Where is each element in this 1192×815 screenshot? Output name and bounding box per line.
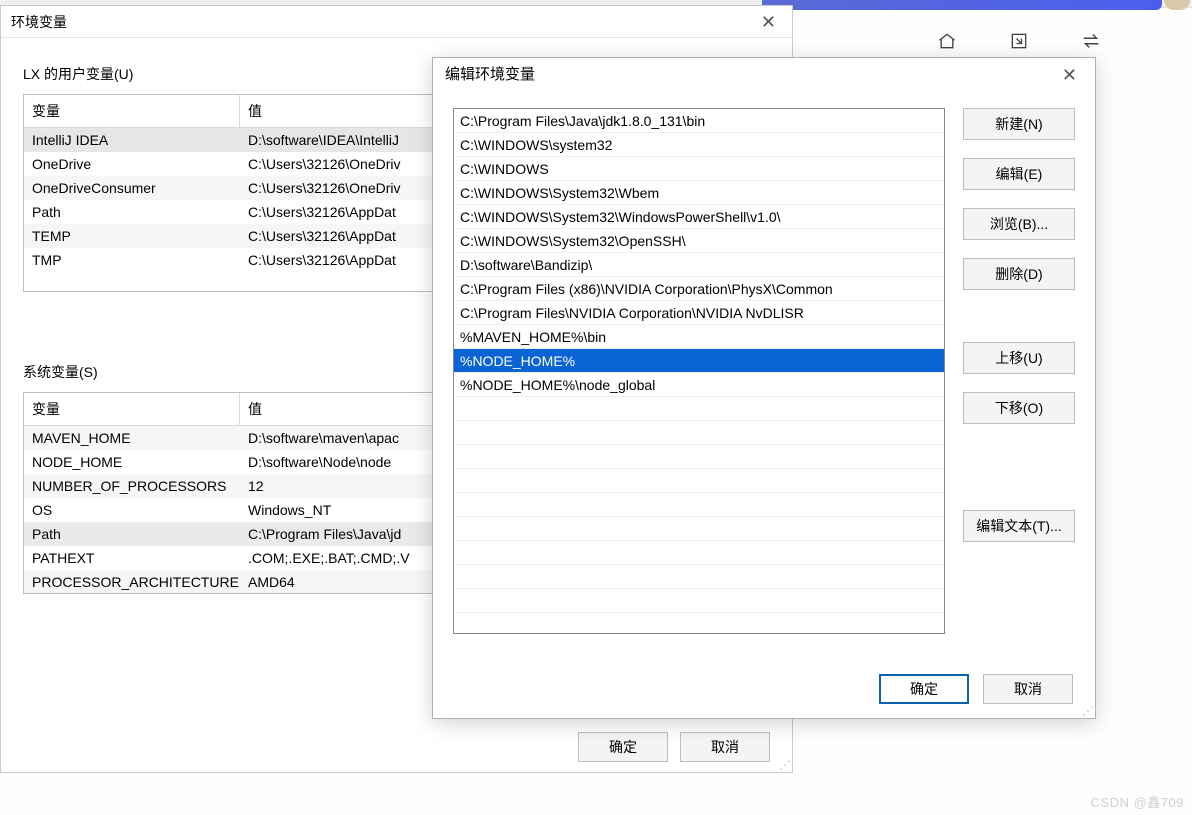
cancel-button[interactable]: 取消	[680, 732, 770, 762]
path-entry-empty[interactable]	[454, 421, 944, 445]
column-header-name[interactable]: 变量	[24, 393, 240, 425]
path-entry[interactable]: D:\software\Bandizip\	[454, 253, 944, 277]
path-entry[interactable]: C:\WINDOWS\System32\OpenSSH\	[454, 229, 944, 253]
path-entry[interactable]: C:\Program Files\NVIDIA Corporation\NVID…	[454, 301, 944, 325]
var-name: NUMBER_OF_PROCESSORS	[24, 474, 240, 498]
path-entry-empty[interactable]	[454, 445, 944, 469]
banner-ad	[762, 0, 1162, 10]
var-name: OneDrive	[24, 152, 240, 176]
var-name: Path	[24, 200, 240, 224]
edit-dialog-side-buttons: 新建(N) 编辑(E) 浏览(B)... 删除(D) 上移(U) 下移(O) 编…	[963, 108, 1075, 634]
var-name: NODE_HOME	[24, 450, 240, 474]
path-entry[interactable]: C:\Program Files (x86)\NVIDIA Corporatio…	[454, 277, 944, 301]
var-name: PROCESSOR_ARCHITECTURE	[24, 570, 240, 594]
path-entry-empty[interactable]	[454, 589, 944, 613]
path-entry[interactable]: %NODE_HOME%	[454, 349, 944, 373]
delete-button[interactable]: 删除(D)	[963, 258, 1075, 290]
env-dialog-footer: 确定 取消	[578, 732, 770, 762]
path-entry-empty[interactable]	[454, 397, 944, 421]
ok-button[interactable]: 确定	[879, 674, 969, 704]
path-entry[interactable]: C:\WINDOWS\System32\WindowsPowerShell\v1…	[454, 205, 944, 229]
path-entry[interactable]: C:\WINDOWS\system32	[454, 133, 944, 157]
edit-dialog-titlebar: 编辑环境变量 ✕	[433, 58, 1095, 92]
edit-dialog-footer: 确定 取消	[879, 674, 1073, 704]
path-entry[interactable]: %MAVEN_HOME%\bin	[454, 325, 944, 349]
new-button[interactable]: 新建(N)	[963, 108, 1075, 140]
var-name: TMP	[24, 248, 240, 272]
move-up-button[interactable]: 上移(U)	[963, 342, 1075, 374]
env-dialog-title: 环境变量	[11, 6, 67, 38]
env-dialog-titlebar: 环境变量 ✕	[1, 6, 792, 38]
path-entry[interactable]: %NODE_HOME%\node_global	[454, 373, 944, 397]
path-entry[interactable]: C:\WINDOWS\System32\Wbem	[454, 181, 944, 205]
var-name: PATHEXT	[24, 546, 240, 570]
path-entry[interactable]: C:\WINDOWS	[454, 157, 944, 181]
cancel-button[interactable]: 取消	[983, 674, 1073, 704]
resize-grip-icon[interactable]: ⋰	[779, 761, 789, 769]
close-icon[interactable]: ✕	[1056, 58, 1083, 92]
edit-env-var-dialog: 编辑环境变量 ✕ C:\Program Files\Java\jdk1.8.0_…	[432, 57, 1096, 719]
swap-icon[interactable]	[1080, 30, 1102, 52]
path-entry-empty[interactable]	[454, 565, 944, 589]
var-name: OS	[24, 498, 240, 522]
path-entry-empty[interactable]	[454, 493, 944, 517]
path-entry-empty[interactable]	[454, 469, 944, 493]
move-down-button[interactable]: 下移(O)	[963, 392, 1075, 424]
ok-button[interactable]: 确定	[578, 732, 668, 762]
path-entry-empty[interactable]	[454, 541, 944, 565]
var-name: MAVEN_HOME	[24, 426, 240, 450]
expand-icon[interactable]	[1008, 30, 1030, 52]
edit-dialog-title: 编辑环境变量	[445, 58, 535, 92]
resize-grip-icon[interactable]: ⋰	[1082, 707, 1092, 715]
edit-button[interactable]: 编辑(E)	[963, 158, 1075, 190]
edit-text-button[interactable]: 编辑文本(T)...	[963, 510, 1075, 542]
side-icon-strip	[936, 30, 1102, 52]
var-name: Path	[24, 522, 240, 546]
path-entry[interactable]: C:\Program Files\Java\jdk1.8.0_131\bin	[454, 109, 944, 133]
var-name: TEMP	[24, 224, 240, 248]
close-icon[interactable]: ✕	[755, 6, 782, 38]
var-name: IntelliJ IDEA	[24, 128, 240, 152]
path-entry-empty[interactable]	[454, 517, 944, 541]
watermark-text: CSDN @鑫709	[1091, 792, 1184, 811]
path-entries-list[interactable]: C:\Program Files\Java\jdk1.8.0_131\binC:…	[453, 108, 945, 634]
var-name: OneDriveConsumer	[24, 176, 240, 200]
home-outline-icon[interactable]	[936, 30, 958, 52]
column-header-name[interactable]: 变量	[24, 95, 240, 127]
browse-button[interactable]: 浏览(B)...	[963, 208, 1075, 240]
avatar	[1164, 0, 1190, 10]
